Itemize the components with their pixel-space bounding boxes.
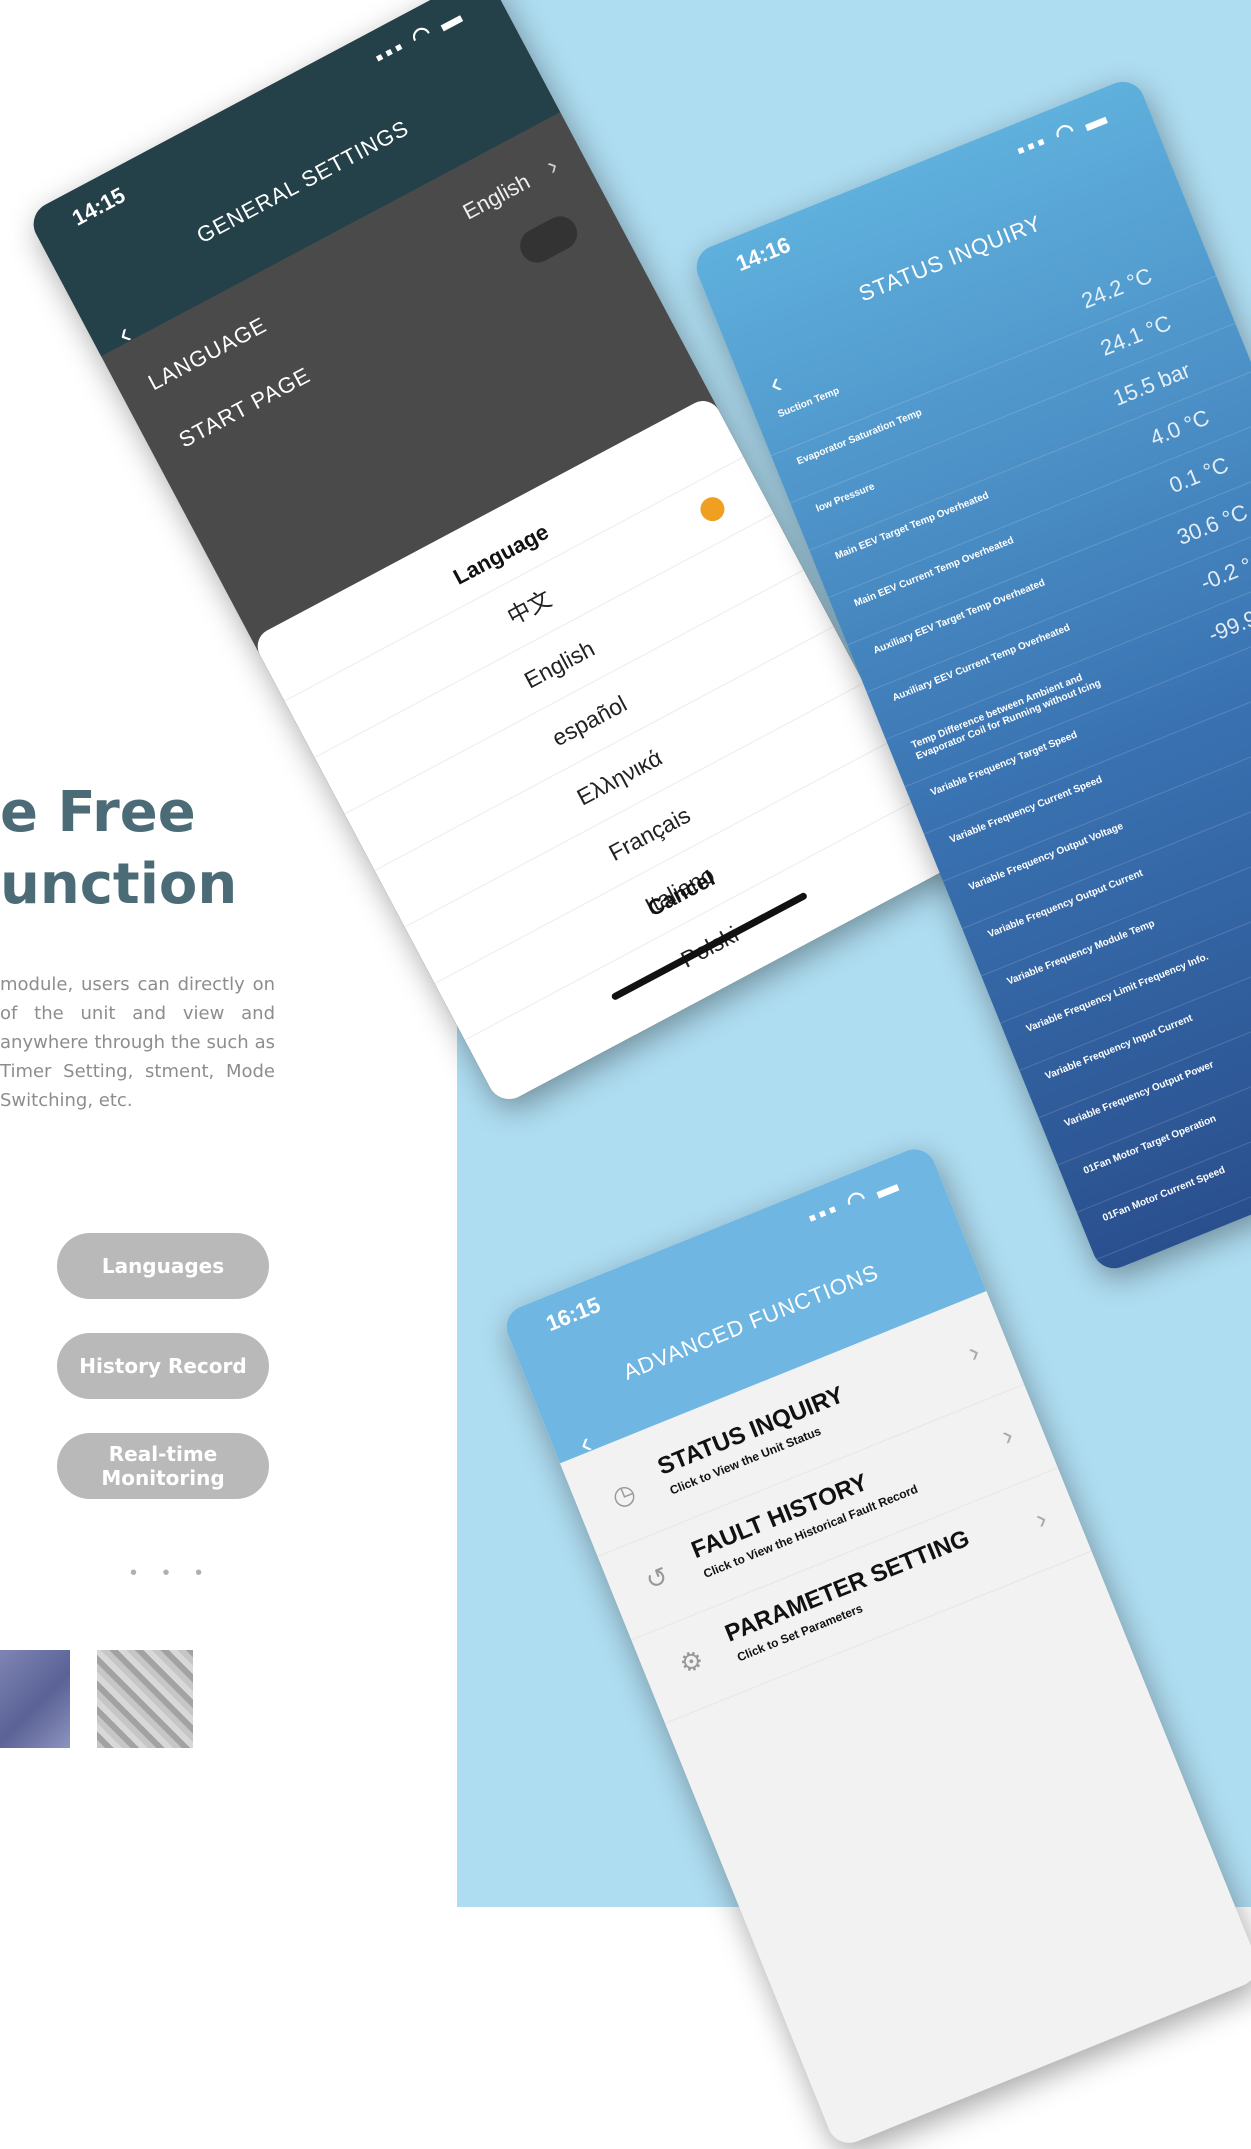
headline-line-1: e Free — [0, 780, 196, 845]
languages-pill[interactable]: Languages — [57, 1233, 269, 1299]
wrench-icon: ⚙ — [674, 1643, 708, 1680]
clock-icon: ◷ — [607, 1476, 640, 1513]
start-page-toggle[interactable] — [514, 210, 584, 269]
chevron-right-icon: › — [963, 1335, 984, 1368]
language-label[interactable]: LANGUAGE — [144, 312, 271, 396]
status-value: 0.1 °C — [1165, 451, 1232, 499]
back-icon[interactable]: ‹ — [575, 1427, 597, 1462]
real-time-monitoring-pill[interactable]: Real-time Monitoring — [57, 1433, 269, 1499]
feature-description: module, users can directly on of the uni… — [0, 974, 275, 1111]
back-icon[interactable]: ‹ — [765, 367, 787, 402]
settings-header: 14:15 ▪▪▪ ◠ ▬ GENERAL SETTINGS ‹ — [26, 0, 561, 357]
headline-line-2: unction — [0, 852, 238, 917]
chevron-right-icon: › — [1030, 1502, 1052, 1535]
status-time: 14:16 — [732, 231, 794, 277]
status-time: 16:15 — [542, 1291, 604, 1337]
chevron-right-icon[interactable]: › — [541, 150, 563, 181]
status-value: 4.0 °C — [1146, 404, 1213, 451]
back-icon[interactable]: ‹ — [112, 317, 137, 352]
more-dots: • • • — [130, 1562, 213, 1584]
thumbnail-image — [0, 1650, 70, 1748]
status-value: 24.2 °C — [1077, 262, 1156, 314]
thumbnail-image — [97, 1650, 193, 1748]
language-value[interactable]: English — [459, 169, 535, 226]
start-page-label: START PAGE — [174, 362, 315, 453]
history-record-pill[interactable]: History Record — [57, 1333, 269, 1399]
history-icon: ↺ — [641, 1560, 673, 1597]
chevron-right-icon: › — [997, 1419, 1018, 1452]
signal-icon: ▪▪▪ ◠ ▬ — [370, 2, 469, 71]
status-time: 14:15 — [67, 182, 130, 231]
